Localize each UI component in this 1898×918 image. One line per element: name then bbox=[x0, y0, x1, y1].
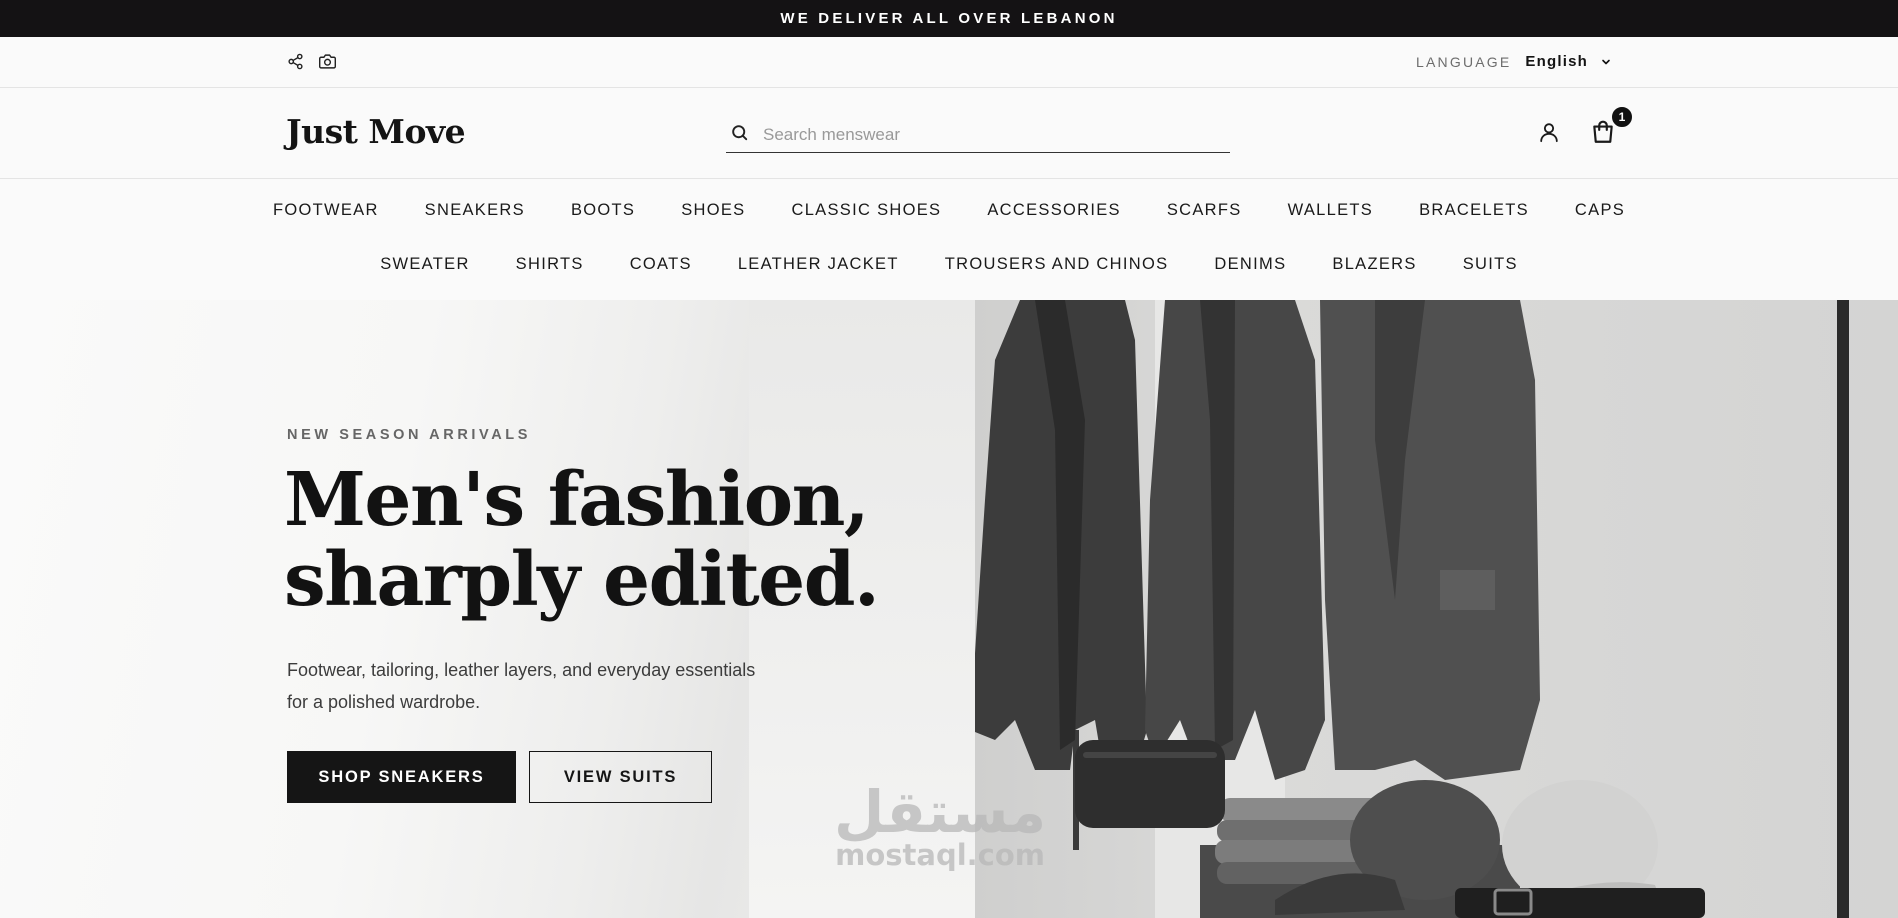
nav-item-classic-shoes[interactable]: CLASSIC SHOES bbox=[768, 201, 964, 220]
account-icon[interactable] bbox=[1538, 121, 1560, 143]
language-value: English bbox=[1525, 53, 1588, 70]
share-icon[interactable] bbox=[286, 52, 304, 70]
site-logo[interactable]: Just Move bbox=[286, 112, 466, 151]
hero-eyebrow: NEW SEASON ARRIVALS bbox=[287, 427, 532, 443]
cart-button[interactable]: 1 bbox=[1590, 105, 1634, 145]
nav-item-shoes[interactable]: SHOES bbox=[658, 201, 768, 220]
nav-item-sweater[interactable]: SWEATER bbox=[357, 255, 492, 274]
nav-item-trousers-and-chinos[interactable]: TROUSERS AND CHINOS bbox=[922, 255, 1192, 274]
social-icons bbox=[286, 52, 336, 70]
hero-headline-line-1: Men's fashion, bbox=[284, 457, 870, 543]
watermark: مستقل mostaql.com bbox=[834, 780, 1046, 870]
view-suits-button[interactable]: VIEW SUITS bbox=[529, 751, 712, 803]
language-label: LANGUAGE bbox=[1416, 53, 1512, 70]
search-bar bbox=[726, 117, 1230, 153]
cart-count-badge: 1 bbox=[1610, 105, 1634, 129]
search-icon[interactable] bbox=[730, 123, 749, 147]
nav-row-primary: FOOTWEAR SNEAKERS BOOTS SHOES CLASSIC SH… bbox=[0, 201, 1898, 220]
nav-item-blazers[interactable]: BLAZERS bbox=[1309, 255, 1439, 274]
nav-item-coats[interactable]: COATS bbox=[607, 255, 715, 274]
nav-item-footwear[interactable]: FOOTWEAR bbox=[250, 201, 402, 220]
shop-sneakers-button[interactable]: SHOP SNEAKERS bbox=[287, 751, 516, 803]
announcement-text: WE DELIVER ALL OVER LEBANON bbox=[780, 10, 1118, 27]
nav-row-secondary: SWEATER SHIRTS COATS LEATHER JACKET TROU… bbox=[0, 255, 1898, 274]
main-nav: FOOTWEAR SNEAKERS BOOTS SHOES CLASSIC SH… bbox=[0, 179, 1898, 300]
site-header: Just Move 1 bbox=[0, 88, 1898, 179]
hero-image bbox=[975, 300, 1898, 918]
nav-item-shirts[interactable]: SHIRTS bbox=[493, 255, 607, 274]
watermark-arabic: مستقل bbox=[834, 778, 1047, 846]
nav-item-bracelets[interactable]: BRACELETS bbox=[1396, 201, 1552, 220]
language-select[interactable]: English bbox=[1525, 53, 1612, 70]
nav-item-denims[interactable]: DENIMS bbox=[1191, 255, 1309, 274]
hero-subtext-line-2: for a polished wardrobe. bbox=[287, 692, 481, 712]
watermark-latin: mostaql.com bbox=[835, 838, 1045, 872]
nav-item-sneakers[interactable]: SNEAKERS bbox=[402, 201, 548, 220]
nav-item-leather-jacket[interactable]: LEATHER JACKET bbox=[715, 255, 922, 274]
utility-bar: LANGUAGE English bbox=[0, 37, 1898, 88]
announcement-bar: WE DELIVER ALL OVER LEBANON bbox=[0, 0, 1898, 37]
nav-item-accessories[interactable]: ACCESSORIES bbox=[964, 201, 1144, 220]
hero-headline-line-2: sharply edited. bbox=[284, 537, 880, 623]
hero-subtext: Footwear, tailoring, leather layers, and… bbox=[287, 654, 847, 718]
header-actions: 1 bbox=[1538, 105, 1634, 145]
hero-headline: Men's fashion, sharply edited. bbox=[284, 460, 904, 620]
chevron-down-icon bbox=[1602, 59, 1610, 64]
nav-item-scarfs[interactable]: SCARFS bbox=[1144, 201, 1265, 220]
language-switcher: LANGUAGE English bbox=[1416, 53, 1612, 70]
nav-item-caps[interactable]: CAPS bbox=[1552, 201, 1648, 220]
clothing-rack-illustration bbox=[975, 300, 1849, 918]
hero-subtext-line-1: Footwear, tailoring, leather layers, and… bbox=[287, 660, 756, 680]
nav-item-suits[interactable]: SUITS bbox=[1440, 255, 1541, 274]
search-input[interactable] bbox=[763, 124, 1203, 145]
hero-section: NEW SEASON ARRIVALS Men's fashion, sharp… bbox=[0, 300, 1898, 918]
nav-item-boots[interactable]: BOOTS bbox=[548, 201, 658, 220]
camera-icon[interactable] bbox=[318, 52, 336, 70]
nav-item-wallets[interactable]: WALLETS bbox=[1265, 201, 1397, 220]
